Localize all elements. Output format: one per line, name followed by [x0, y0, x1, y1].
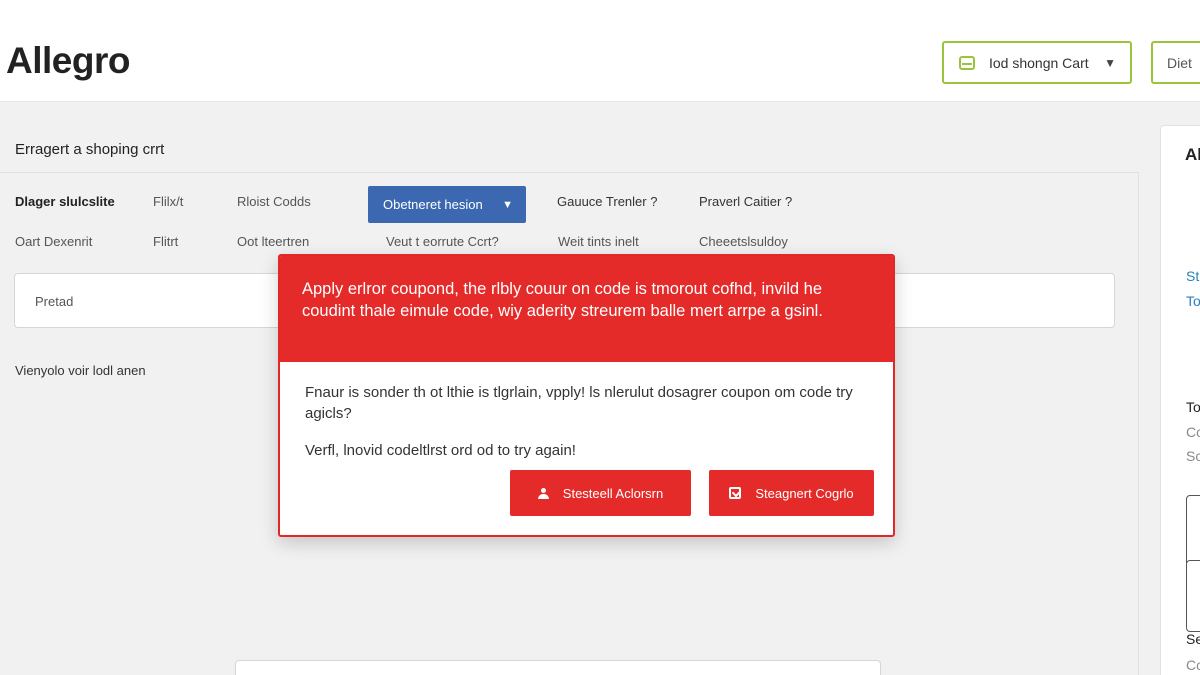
side-line-2: Sc: [1186, 448, 1200, 464]
primary-action-button[interactable]: Stesteell Aclorsrn: [510, 470, 691, 516]
chevron-down-icon: ▼: [1104, 55, 1116, 70]
side-heading: To: [1186, 399, 1200, 415]
error-message: Fnaur is sonder th ot lthie is tlgrlain,…: [305, 384, 853, 422]
option-other[interactable]: Oot lteertren: [237, 234, 309, 249]
option-your-cart[interactable]: Veut t eorrute Ccrt?: [386, 234, 499, 249]
shopping-cart-button[interactable]: Iod shongn Cart ▼: [942, 41, 1132, 84]
primary-action-label: Stesteell Aclorsrn: [562, 485, 664, 501]
allegro-logo[interactable]: Allegro: [6, 40, 130, 82]
selected-option-dropdown[interactable]: Obetneret hesion ▼: [368, 186, 526, 223]
user-icon: [537, 487, 549, 499]
header-extra-button[interactable]: Diet: [1151, 41, 1200, 84]
option-carrier[interactable]: Praverl Caitier ?: [699, 194, 792, 209]
cart-icon: [959, 55, 975, 70]
option-delivery[interactable]: Dlager slulcslite: [15, 194, 115, 209]
option-filter[interactable]: Flilx/t: [153, 194, 183, 209]
option-cart-discount[interactable]: Oart Dexenrit: [15, 234, 92, 249]
side-bottom-line: Cc: [1186, 657, 1200, 673]
error-header: Apply erlror coupond, the rlbly couur on…: [280, 256, 893, 362]
coupon-error-dialog: Apply erlror coupond, the rlbly couur on…: [278, 254, 895, 537]
checkbox-icon: [729, 487, 742, 499]
option-checkout[interactable]: Cheeetslsuldoy: [699, 234, 788, 249]
bottom-field[interactable]: [235, 660, 881, 675]
section-note: Vienyolo voir lodl anen: [15, 363, 146, 378]
option-first[interactable]: Flitrt: [153, 234, 178, 249]
page-title: Erragert a shoping crrt: [15, 141, 165, 158]
option-transfer[interactable]: Gauuce Trenler ?: [557, 194, 657, 209]
secondary-action-button[interactable]: Steagnert Cogrlo: [709, 470, 874, 516]
option-with-items[interactable]: Weit tints inelt: [558, 234, 639, 249]
selected-option-label: Obetneret hesion: [383, 197, 483, 212]
side-option-box-1[interactable]: [1186, 495, 1200, 567]
side-line-1: Cc: [1186, 424, 1200, 440]
side-bottom-heading: Se: [1186, 631, 1200, 647]
option-codes[interactable]: Rloist Codds: [237, 194, 311, 209]
side-option-box-2[interactable]: [1186, 560, 1200, 632]
side-panel-title: Al: [1185, 145, 1200, 164]
error-body: Fnaur is sonder th ot lthie is tlgrlain,…: [280, 362, 893, 461]
cart-button-label: Iod shongn Cart: [989, 54, 1089, 71]
secondary-action-label: Steagnert Cogrlo: [755, 485, 854, 501]
chevron-down-icon: ▼: [502, 198, 513, 211]
retry-message: Verfl, lnovid codeltlrst ord od to try a…: [305, 442, 576, 459]
top-header: Allegro Iod shongn Cart ▼ Diet: [0, 0, 1200, 102]
side-link-1[interactable]: St: [1186, 268, 1199, 284]
side-link-2[interactable]: To: [1186, 293, 1200, 309]
